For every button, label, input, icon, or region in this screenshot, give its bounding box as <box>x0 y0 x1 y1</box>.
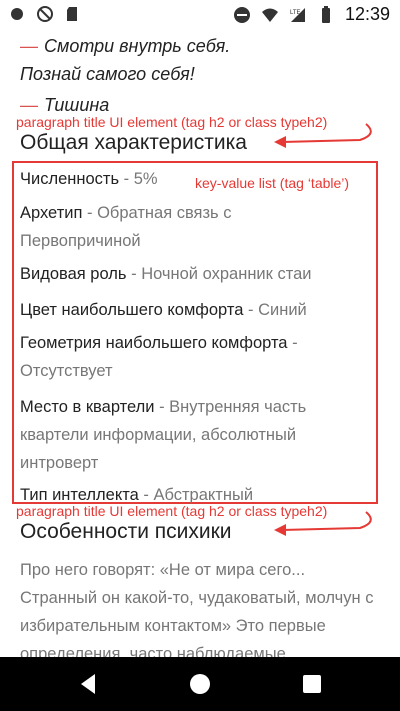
quote-line-2: Познай самого себя! <box>20 64 195 85</box>
kv-value: - 5% <box>119 170 158 188</box>
kv-key: Цвет наибольшего комфорта <box>20 301 244 319</box>
wifi-icon <box>261 8 278 22</box>
kv-item-count: Численность - 5% <box>20 165 360 193</box>
kv-item-place: Место в квартели - Внутренняя часть квар… <box>20 393 360 477</box>
quote-line-1: — Смотри внутрь себя. <box>20 36 230 57</box>
kv-key: Видовая роль <box>20 265 127 283</box>
navigation-bar <box>0 657 400 711</box>
kv-key: Численность <box>20 170 120 188</box>
kv-value: - Абстрактный <box>138 486 254 504</box>
quote-text: Смотри внутрь себя. <box>44 36 231 56</box>
kv-key: Архетип <box>20 204 83 222</box>
section-paragraph: Про него говорят: «Не от мира сего... Ст… <box>20 561 374 657</box>
sd-card-icon <box>67 7 77 21</box>
section-title-psyche: Особенности психики <box>20 520 232 543</box>
kv-item-color: Цвет наибольшего комфорта - Синий <box>20 296 360 324</box>
do-not-disturb-icon <box>233 6 250 23</box>
svg-text:LTE: LTE <box>290 10 301 16</box>
battery-icon <box>321 5 330 23</box>
quote-text: Познай самого себя! <box>20 64 195 84</box>
status-bar: LTE 12:39 <box>0 0 400 32</box>
status-right-icons: LTE 12:39 <box>233 4 390 25</box>
kv-item-role: Видовая роль - Ночной охранник стаи <box>20 260 360 288</box>
home-icon[interactable] <box>185 669 215 699</box>
kv-item-geometry: Геометрия наибольшего комфорта - Отсутст… <box>20 329 350 385</box>
back-icon[interactable] <box>73 669 103 699</box>
quote-text: Тишина <box>44 95 110 115</box>
kv-item-archetype: Архетип - Обратная связь с Первопричиной <box>20 199 270 255</box>
kv-value: - Синий <box>243 301 307 319</box>
annotation-arrow-2 <box>274 511 372 536</box>
signal-lte-icon: LTE <box>290 7 305 22</box>
recents-icon[interactable] <box>297 669 327 699</box>
section-title-general: Общая характеристика <box>20 131 247 154</box>
page-content[interactable]: — Смотри внутрь себя. Познай самого себя!… <box>0 32 400 657</box>
quote-line-3: — Тишина <box>20 95 109 116</box>
kv-value: - Ночной охранник стаи <box>126 265 312 283</box>
notification-dot-icon <box>11 8 23 20</box>
annotation-arrow-1 <box>274 123 372 148</box>
kv-key: Геометрия наибольшего комфорта <box>20 334 288 352</box>
quote-dash: — <box>20 36 38 56</box>
status-time: 12:39 <box>344 4 390 24</box>
kv-key: Тип интеллекта <box>20 486 139 504</box>
status-left-icons <box>8 5 82 23</box>
kv-key: Место в квартели <box>20 398 155 416</box>
quote-dash: — <box>20 95 38 115</box>
no-sync-icon <box>37 6 53 22</box>
